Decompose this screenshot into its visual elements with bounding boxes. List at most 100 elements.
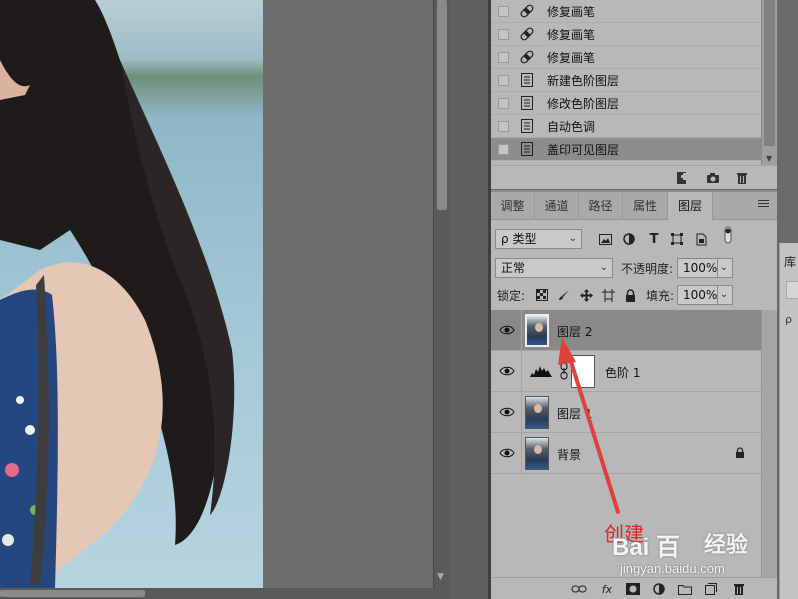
scroll-thumb[interactable] — [0, 590, 145, 597]
layer-row[interactable]: 图层 1 — [491, 392, 761, 433]
layer-row[interactable]: 图层 2 — [491, 310, 761, 351]
new-document-from-state-icon[interactable] — [674, 170, 690, 186]
history-snapshot-checkbox[interactable] — [498, 5, 509, 17]
history-snapshot-checkbox[interactable] — [498, 28, 509, 40]
filter-kind-select[interactable]: ρ 类型 ⌄ — [495, 229, 582, 249]
tab-channels[interactable]: 通道 — [535, 192, 579, 220]
eye-visibility-icon[interactable] — [499, 364, 515, 378]
new-adjustment-layer-icon[interactable] — [651, 582, 667, 596]
document-icon — [519, 141, 535, 157]
link-chain-icon[interactable] — [560, 362, 568, 383]
lock-all-icon[interactable] — [623, 288, 637, 302]
watermark-brand: 经验 — [704, 532, 749, 557]
lock-transparent-pixels-icon[interactable] — [535, 288, 549, 302]
link-layers-icon[interactable] — [571, 582, 587, 596]
snapshot-camera-icon[interactable] — [705, 170, 721, 186]
layer-name[interactable]: 色阶 1 — [605, 364, 640, 381]
lock-position-move-icon[interactable] — [579, 288, 593, 302]
document-canvas[interactable] — [0, 0, 263, 588]
new-group-folder-icon[interactable] — [677, 582, 693, 596]
layers-footer-toolbar: fx — [491, 577, 777, 599]
layers-scrollbar[interactable] — [761, 310, 777, 577]
type-filter-icon[interactable]: T — [647, 232, 661, 247]
opacity-field[interactable]: 100% ⌄ — [677, 258, 733, 278]
history-item-label: 修复画笔 — [547, 4, 596, 19]
canvas-pasteboard — [263, 0, 433, 588]
tab-layers[interactable]: 图层 — [668, 192, 713, 220]
chevron-down-icon: ⌄ — [599, 262, 608, 273]
tab-properties[interactable]: 属性 — [623, 192, 668, 220]
fill-label: 填充: — [646, 289, 675, 303]
panel-menu-icon[interactable] — [758, 200, 769, 209]
add-mask-icon[interactable] — [625, 582, 641, 596]
history-item-label: 新建色阶图层 — [547, 73, 620, 88]
chevron-down-icon[interactable]: ⌄ — [716, 259, 728, 277]
layer-row[interactable]: 色阶 1 — [491, 351, 761, 392]
smart-object-filter-icon[interactable] — [694, 232, 708, 246]
opacity-label: 不透明度: — [621, 262, 674, 276]
layer-thumbnail[interactable] — [525, 396, 549, 429]
history-item[interactable]: 自动色调 — [491, 115, 761, 138]
history-item[interactable]: 修改色阶图层 — [491, 92, 761, 115]
canvas-vertical-scrollbar[interactable]: ▼ — [433, 0, 450, 588]
blend-mode-value: 正常 — [501, 261, 526, 275]
panel-dock-gap — [450, 0, 490, 599]
history-item-label: 修复画笔 — [547, 50, 596, 65]
levels-histogram-icon[interactable] — [530, 363, 552, 380]
history-item[interactable]: 盖印可见图层 — [491, 138, 761, 161]
history-scrollbar[interactable]: ▼ — [761, 0, 777, 165]
layer-name[interactable]: 图层 2 — [557, 323, 592, 340]
fill-field[interactable]: 100% ⌄ — [677, 285, 733, 305]
new-layer-icon[interactable] — [703, 582, 719, 596]
pixel-filter-icon[interactable] — [598, 232, 612, 246]
tab-paths[interactable]: 路径 — [579, 192, 623, 220]
layer-name[interactable]: 图层 1 — [557, 405, 592, 422]
document-icon — [519, 95, 535, 111]
history-item[interactable]: 修复画笔 — [491, 0, 761, 23]
trash-icon[interactable] — [734, 170, 750, 186]
history-panel: 修复画笔 修复画笔 修复画笔 新建色阶图层 修改色阶图层 自动色调 盖印可见图层 — [491, 0, 761, 165]
eye-visibility-icon[interactable] — [499, 323, 515, 337]
libraries-title[interactable]: 库 — [784, 253, 796, 270]
history-item[interactable]: 修复画笔 — [491, 23, 761, 46]
eye-visibility-icon[interactable] — [499, 446, 515, 460]
scroll-down-arrow-icon[interactable]: ▼ — [766, 154, 772, 163]
scroll-thumb[interactable] — [764, 0, 775, 146]
document-icon — [519, 72, 535, 88]
layer-lock-icon — [735, 447, 745, 462]
document-icon — [519, 118, 535, 134]
filter-kind-value: 类型 — [512, 232, 537, 246]
layer-thumbnail[interactable] — [525, 437, 549, 470]
trash-icon[interactable] — [731, 582, 747, 596]
history-item[interactable]: 新建色阶图层 — [491, 69, 761, 92]
history-item[interactable]: 修复画笔 — [491, 46, 761, 69]
history-snapshot-checkbox[interactable] — [498, 120, 509, 132]
chevron-down-icon[interactable]: ⌄ — [716, 286, 728, 304]
layer-mask-thumbnail[interactable] — [571, 355, 595, 388]
scroll-thumb[interactable] — [437, 0, 447, 210]
history-snapshot-checkbox[interactable] — [498, 74, 509, 86]
blend-mode-select[interactable]: 正常 ⌄ — [495, 258, 613, 278]
search-icon[interactable]: ρ — [785, 313, 792, 326]
library-select[interactable] — [786, 281, 798, 299]
fx-layer-style-icon[interactable]: fx — [599, 582, 615, 596]
lock-image-pixels-brush-icon[interactable] — [557, 288, 571, 302]
history-snapshot-checkbox[interactable] — [498, 97, 509, 109]
healing-brush-icon — [519, 3, 535, 19]
eye-visibility-icon[interactable] — [499, 405, 515, 419]
filter-toggle-icon[interactable] — [721, 226, 735, 244]
tab-adjustments[interactable]: 调整 — [491, 192, 535, 220]
history-snapshot-checkbox[interactable] — [498, 51, 509, 63]
layer-thumbnail[interactable] — [525, 314, 549, 347]
layer-row[interactable]: 背景 — [491, 433, 761, 474]
shape-filter-icon[interactable] — [670, 232, 684, 246]
history-snapshot-checkbox[interactable] — [498, 143, 509, 155]
adjustment-filter-icon[interactable] — [622, 232, 636, 246]
opacity-value: 100% — [683, 261, 718, 275]
column-divider — [521, 351, 522, 392]
scroll-down-arrow-icon[interactable]: ▼ — [437, 572, 444, 582]
lock-artboard-icon[interactable] — [601, 288, 615, 302]
canvas-horizontal-scrollbar[interactable] — [0, 588, 450, 599]
layer-name[interactable]: 背景 — [557, 446, 581, 463]
libraries-panel: 库 ρ — [779, 243, 798, 599]
